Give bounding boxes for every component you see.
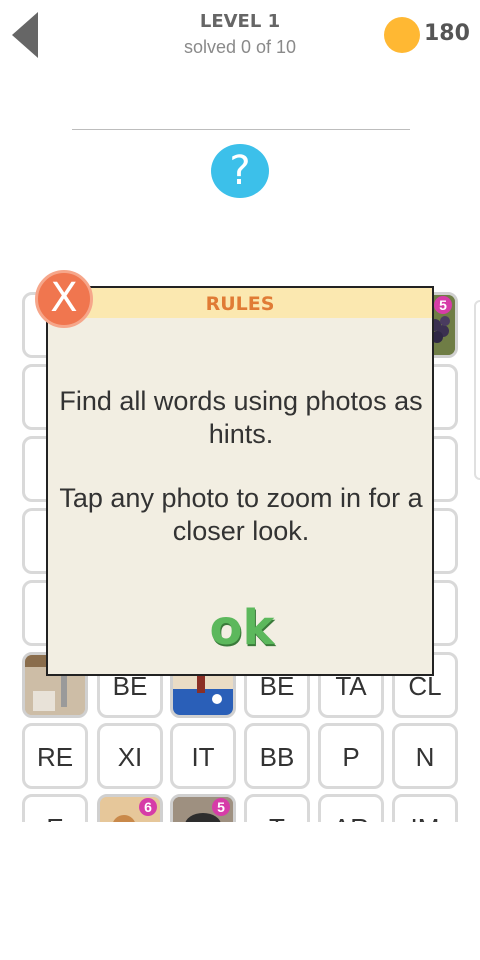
coin-icon — [384, 17, 420, 53]
letter-tile[interactable]: IM — [392, 794, 458, 822]
letter-tile[interactable]: AR — [318, 794, 384, 822]
letter-tile[interactable]: RE — [22, 723, 88, 789]
letter-tile[interactable]: N — [392, 723, 458, 789]
letter-tile[interactable]: T — [244, 794, 310, 822]
letter-tile[interactable]: IT — [170, 723, 236, 789]
letter-tile[interactable]: XI — [97, 723, 163, 789]
photo-count-badge: 5 — [212, 798, 230, 816]
rules-title: RULES — [48, 288, 432, 318]
progress-text: solved 0 of 10 — [183, 37, 297, 57]
back-arrow-icon — [12, 12, 38, 58]
side-panel-edge — [474, 300, 480, 480]
photo-count-badge: 6 — [139, 798, 157, 816]
hint-button[interactable]: ? — [211, 144, 269, 198]
photo-tile[interactable]: 6 — [97, 794, 163, 822]
rules-text-find-words: Find all words using photos as hints. — [59, 386, 423, 449]
coin-count: 180 — [424, 21, 470, 46]
letter-tile[interactable]: BB — [244, 723, 310, 789]
answer-line — [72, 129, 410, 130]
letter-tile[interactable]: P — [318, 723, 384, 789]
level-title: LEVEL 1 — [199, 11, 281, 32]
photo-tile[interactable]: 5 — [170, 794, 236, 822]
close-icon[interactable]: X — [35, 270, 93, 328]
letter-tile[interactable]: E — [22, 794, 88, 822]
rules-dialog: RULES Find all words using photos as hin… — [46, 286, 434, 676]
photo-count-badge: 5 — [434, 296, 452, 314]
ok-button[interactable]: ok — [198, 598, 286, 658]
back-button[interactable] — [8, 10, 42, 60]
rules-text-zoom: Tap any photo to zoom in for a closer lo… — [59, 483, 423, 546]
